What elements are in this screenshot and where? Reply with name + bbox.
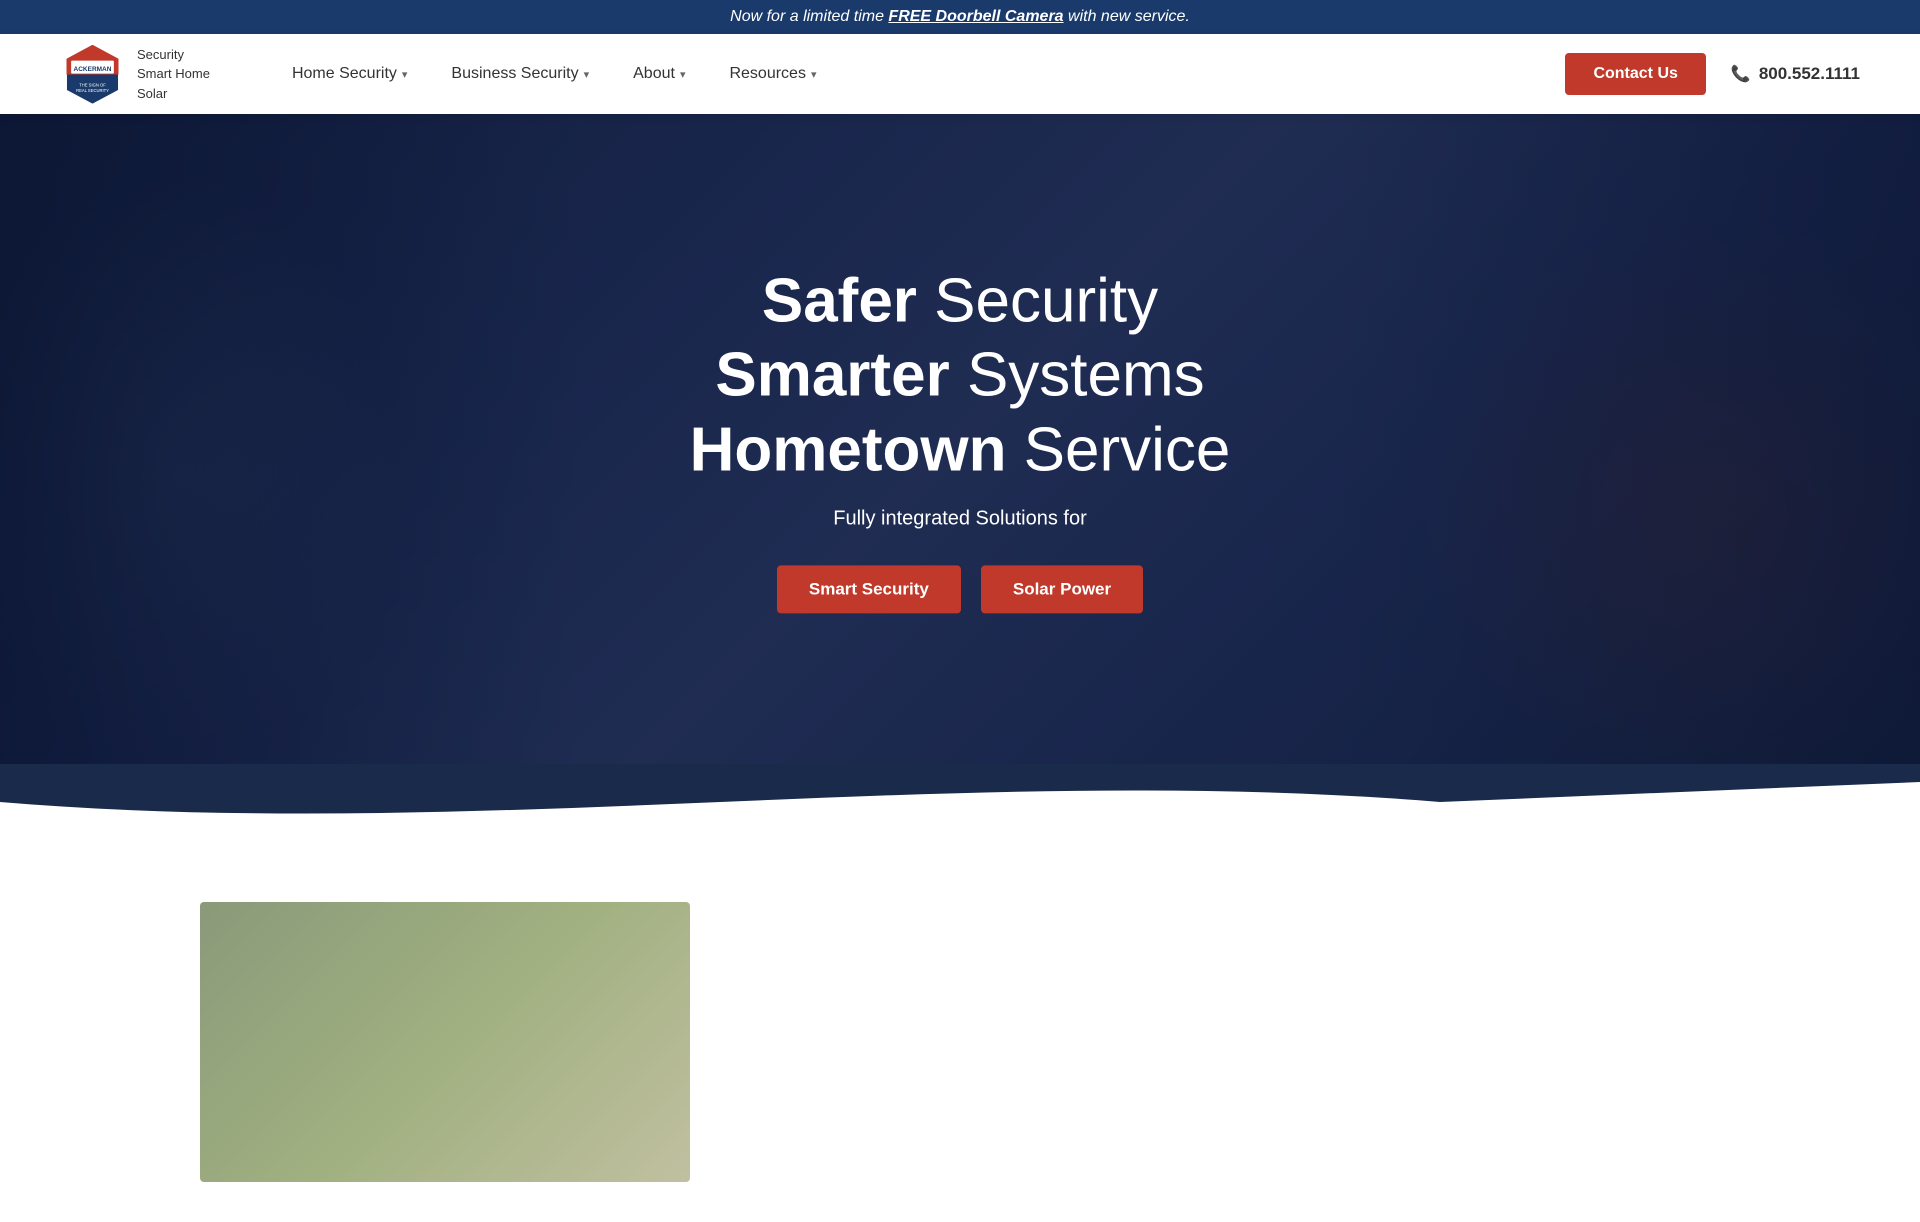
nav-about[interactable]: About ▾ xyxy=(611,34,707,114)
logo-link[interactable]: ACKERMAN THE SIGN OF REAL SECURITY Secur… xyxy=(60,42,210,107)
svg-text:THE SIGN OF: THE SIGN OF xyxy=(79,82,106,87)
contact-us-button[interactable]: Contact Us xyxy=(1565,53,1705,95)
hero-content: Safer Security Smarter Systems Hometown … xyxy=(610,264,1310,613)
navbar: ACKERMAN THE SIGN OF REAL SECURITY Secur… xyxy=(0,34,1920,114)
preview-card xyxy=(200,902,690,1182)
phone-number: 800.552.1111 xyxy=(1759,64,1860,84)
promo-banner: Now for a limited time FREE Doorbell Cam… xyxy=(0,0,1920,34)
smart-security-button[interactable]: Smart Security xyxy=(777,566,961,614)
phone-area: 📞 800.552.1111 xyxy=(1731,64,1860,84)
solar-power-button[interactable]: Solar Power xyxy=(981,566,1143,614)
wave-divider xyxy=(0,762,1920,842)
nav-links: Home Security ▾ Business Security ▾ Abou… xyxy=(270,34,1545,114)
chevron-down-icon: ▾ xyxy=(402,68,408,81)
nav-resources[interactable]: Resources ▾ xyxy=(707,34,838,114)
svg-text:REAL SECURITY: REAL SECURITY xyxy=(76,88,109,93)
phone-icon: 📞 xyxy=(1731,64,1751,84)
hero-section: Safer Security Smarter Systems Hometown … xyxy=(0,114,1920,764)
hero-headline: Safer Security Smarter Systems Hometown … xyxy=(610,264,1310,487)
nav-business-security[interactable]: Business Security ▾ xyxy=(429,34,611,114)
logo-icon: ACKERMAN THE SIGN OF REAL SECURITY xyxy=(60,42,125,107)
hero-line-3: Hometown Service xyxy=(610,413,1310,487)
chevron-down-icon: ▾ xyxy=(811,68,817,81)
card-image xyxy=(200,902,690,1182)
hero-subtitle: Fully integrated Solutions for xyxy=(610,508,1310,531)
below-fold-section xyxy=(0,842,1920,1222)
logo-text: Security Smart Home Solar xyxy=(137,45,210,104)
svg-text:ACKERMAN: ACKERMAN xyxy=(74,65,112,72)
hero-line-2: Smarter Systems xyxy=(610,339,1310,413)
chevron-down-icon: ▾ xyxy=(680,68,686,81)
chevron-down-icon: ▾ xyxy=(584,68,590,81)
hero-buttons: Smart Security Solar Power xyxy=(610,566,1310,614)
nav-home-security[interactable]: Home Security ▾ xyxy=(270,34,429,114)
hero-line-1: Safer Security xyxy=(610,264,1310,338)
banner-text: Now for a limited time FREE Doorbell Cam… xyxy=(730,8,1190,25)
